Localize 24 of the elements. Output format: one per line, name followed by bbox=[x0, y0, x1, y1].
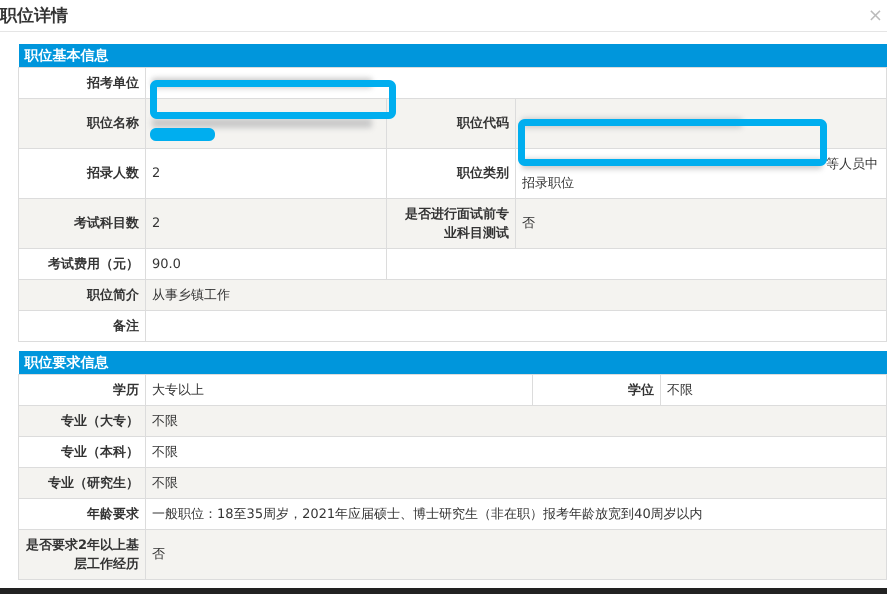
field-label: 学历 bbox=[18, 374, 146, 406]
field-value: 从事乡镇工作 bbox=[146, 280, 886, 310]
field-label: 考试科目数 bbox=[18, 198, 146, 248]
section-header: 职位基本信息 bbox=[18, 44, 886, 68]
field-value: 不限 bbox=[146, 468, 886, 498]
field-label: 职位代码 bbox=[386, 98, 516, 148]
field-label: 专业（研究生） bbox=[18, 468, 146, 498]
close-button[interactable]: × bbox=[866, 5, 885, 26]
field-value: 大专以上 bbox=[146, 374, 532, 406]
field-label: 是否进行面试前专业科目测试 bbox=[386, 198, 516, 248]
field-label: 职位简介 bbox=[18, 280, 146, 310]
field-value: 否 bbox=[516, 198, 886, 248]
field-value: 不限 bbox=[660, 374, 886, 406]
section-header: 职位要求信息 bbox=[18, 351, 886, 374]
field-value: 2 bbox=[146, 198, 386, 248]
field-value: 否 bbox=[146, 530, 886, 580]
field-value: 不限 bbox=[146, 406, 886, 436]
field-label: 学位 bbox=[532, 374, 660, 406]
field-label: 专业（大专） bbox=[18, 406, 146, 436]
field-label: 备注 bbox=[18, 310, 146, 342]
field-label: 职位名称 bbox=[18, 98, 146, 148]
annotation-mark bbox=[150, 128, 215, 141]
field-label: 招考单位 bbox=[18, 68, 146, 98]
field-label: 是否要求2年以上基层工作经历 bbox=[18, 530, 146, 580]
